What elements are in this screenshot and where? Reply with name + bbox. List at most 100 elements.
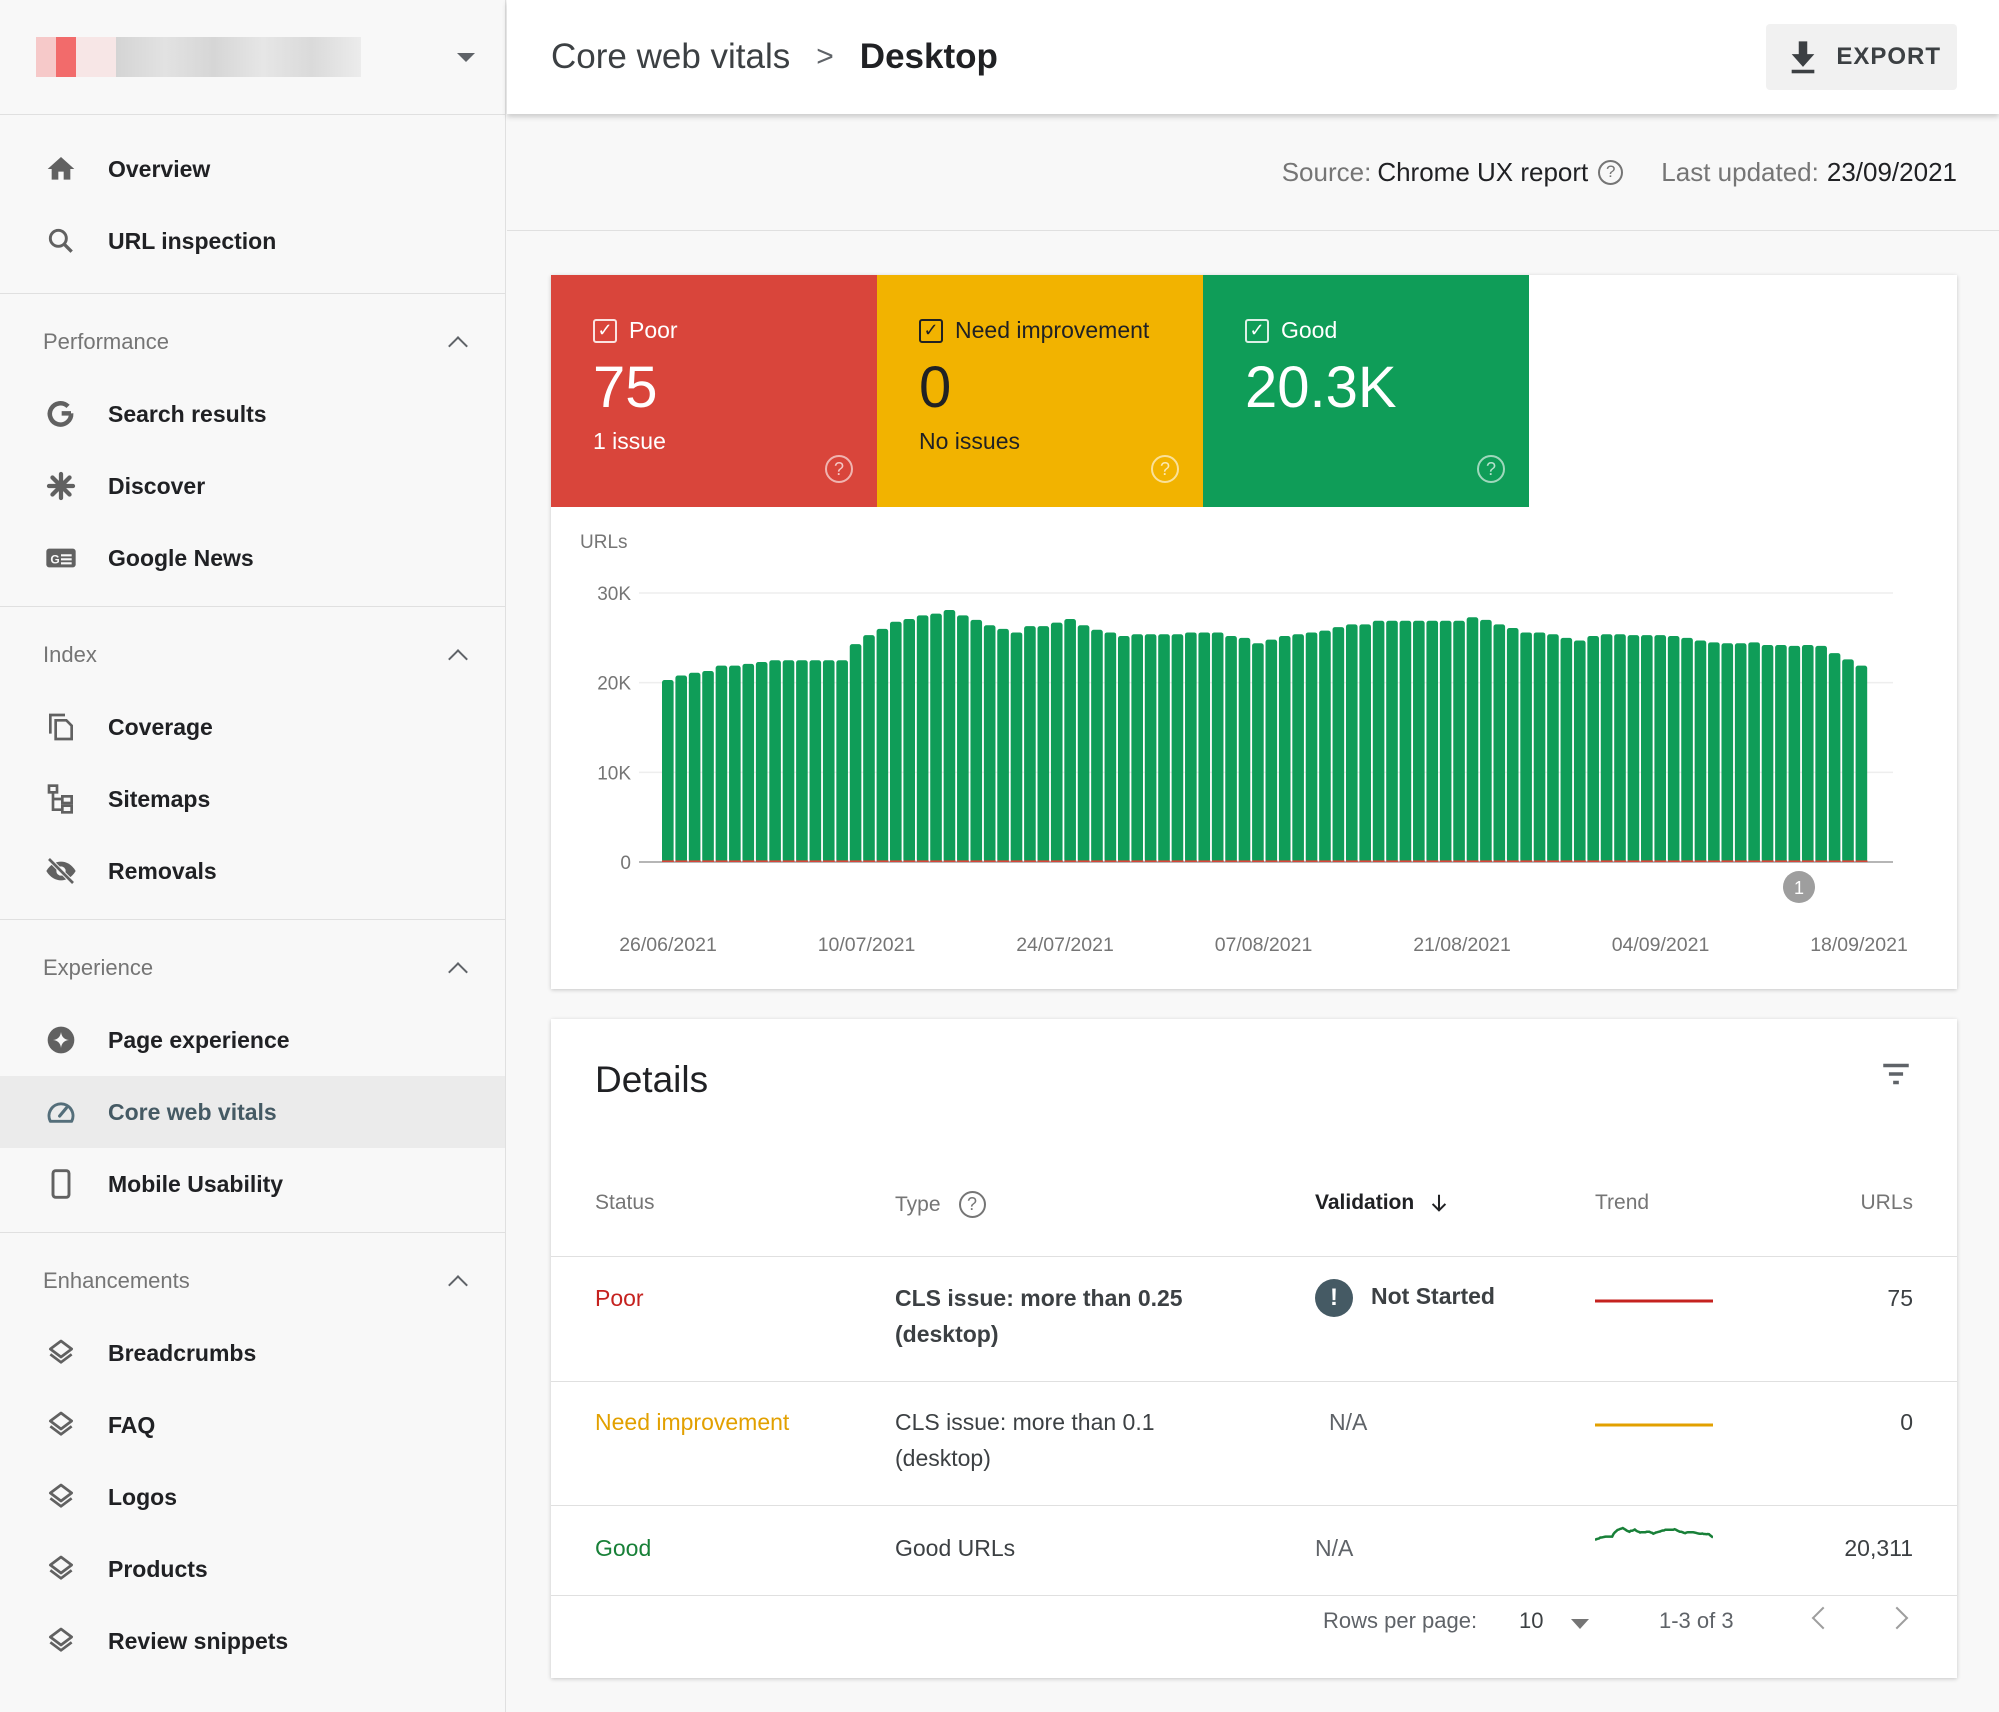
sidebar-item-overview[interactable]: Overview xyxy=(0,133,505,205)
sidebar-item-breadcrumbs[interactable]: Breadcrumbs xyxy=(0,1317,505,1389)
bar-poor xyxy=(1775,860,1788,862)
column-header-urls[interactable]: URLs xyxy=(1860,1191,1913,1215)
bar-poor xyxy=(1332,860,1345,862)
help-icon[interactable]: ? xyxy=(1477,455,1505,483)
sidebar-item-review-snippets[interactable]: Review snippets xyxy=(0,1605,505,1677)
chevron-up-icon[interactable] xyxy=(448,336,468,356)
group-title: Performance xyxy=(43,329,169,354)
star-circle-icon xyxy=(44,1023,78,1057)
bar-good xyxy=(769,660,781,862)
checkbox-checked-icon[interactable]: ✓ xyxy=(593,318,617,343)
bar-poor xyxy=(1144,860,1157,862)
group-header-enhancements[interactable]: Enhancements xyxy=(0,1245,505,1317)
tile-subtitle: No issues xyxy=(919,427,1020,454)
dropdown-caret-icon[interactable] xyxy=(457,52,475,62)
type-cell: CLS issue: more than 0.25 (desktop) xyxy=(895,1280,1183,1352)
group-title: Index xyxy=(43,642,97,667)
chevron-up-icon[interactable] xyxy=(448,962,468,982)
bar-good xyxy=(1761,645,1774,862)
source-info: Source: Chrome UX report ? Last updated:… xyxy=(507,114,1999,231)
help-icon[interactable]: ? xyxy=(1598,159,1624,185)
column-header-type[interactable]: Type? xyxy=(895,1191,986,1218)
layers-icon xyxy=(44,1624,78,1658)
chevron-up-icon[interactable] xyxy=(448,649,468,669)
bar-good xyxy=(1828,653,1841,862)
breadcrumb-parent[interactable]: Core web vitals xyxy=(551,37,790,77)
type-line: (desktop) xyxy=(895,1445,991,1471)
layers-icon xyxy=(44,1552,78,1586)
tile-good[interactable]: ✓ Good 20.3K ? xyxy=(1203,275,1529,507)
bar-poor xyxy=(1681,860,1694,862)
rows-per-page-select[interactable]: 10 xyxy=(1519,1608,1543,1634)
bar-good xyxy=(1788,645,1801,862)
y-tick-label: 0 xyxy=(620,853,631,874)
bar-poor xyxy=(1667,860,1680,862)
asterisk-icon xyxy=(44,469,78,503)
chevron-up-icon[interactable] xyxy=(448,1275,468,1295)
group-header-experience[interactable]: Experience xyxy=(0,932,505,1004)
bar-poor xyxy=(957,860,969,862)
eye-off-icon xyxy=(44,854,78,888)
annotation-label: 1 xyxy=(1794,878,1804,898)
column-header-status[interactable]: Status xyxy=(595,1191,655,1215)
group-header-performance[interactable]: Performance xyxy=(0,306,505,378)
y-tick-label: 30K xyxy=(597,584,631,605)
bar-good xyxy=(1238,637,1251,862)
sidebar-item-products[interactable]: Products xyxy=(0,1533,505,1605)
sidebar-item-sitemaps[interactable]: Sitemaps xyxy=(0,763,505,835)
property-selector[interactable] xyxy=(0,0,505,115)
column-label: Status xyxy=(595,1191,655,1214)
help-icon[interactable]: ? xyxy=(958,1191,986,1218)
file-copy-icon xyxy=(44,710,78,744)
help-icon[interactable]: ? xyxy=(1151,455,1179,483)
sidebar-item-label: Logos xyxy=(108,1483,177,1510)
next-page-icon[interactable] xyxy=(1885,1606,1909,1630)
dropdown-caret-icon[interactable] xyxy=(1571,1619,1589,1629)
sidebar-item-label: Google News xyxy=(108,544,254,571)
bar-poor xyxy=(769,860,782,862)
y-tick-label: 20K xyxy=(597,674,631,695)
bar-poor xyxy=(1131,860,1144,862)
bar-poor xyxy=(1413,860,1425,862)
sidebar-item-page-experience[interactable]: Page experience xyxy=(0,1004,505,1076)
table-row[interactable]: Need improvement CLS issue: more than 0.… xyxy=(551,1382,1957,1506)
bar-good xyxy=(889,621,902,862)
tile-poor[interactable]: ✓ Poor 75 1 issue ? xyxy=(551,275,877,507)
group-header-index[interactable]: Index xyxy=(0,619,505,691)
tile-need-improvement[interactable]: ✓ Need improvement 0 No issues ? xyxy=(877,275,1203,507)
bar-poor xyxy=(997,860,1010,862)
prev-page-icon[interactable] xyxy=(1811,1606,1835,1630)
status-cell: Poor xyxy=(595,1285,644,1311)
export-button[interactable]: EXPORT xyxy=(1766,24,1957,90)
sidebar-item-google-news[interactable]: G Google News xyxy=(0,522,505,594)
x-tick-label: 10/07/2021 xyxy=(818,934,916,956)
bar-good xyxy=(1748,642,1760,862)
sidebar-item-core-web-vitals[interactable]: Core web vitals xyxy=(0,1076,505,1148)
table-row[interactable]: Poor CLS issue: more than 0.25 (desktop)… xyxy=(551,1258,1957,1382)
bar-poor xyxy=(1091,860,1104,862)
bar-good xyxy=(715,665,728,862)
checkbox-checked-icon[interactable]: ✓ xyxy=(919,318,943,343)
bar-poor xyxy=(1211,860,1224,862)
sidebar-item-mobile-usability[interactable]: Mobile Usability xyxy=(0,1148,505,1220)
bar-poor xyxy=(889,860,902,862)
column-header-validation[interactable]: Validation xyxy=(1315,1191,1450,1215)
filter-icon[interactable] xyxy=(1879,1057,1913,1091)
sitemap-icon xyxy=(44,782,78,816)
bar-poor xyxy=(1265,860,1278,862)
sidebar-item-coverage[interactable]: Coverage xyxy=(0,691,505,763)
sidebar-item-logos[interactable]: Logos xyxy=(0,1461,505,1533)
bar-good xyxy=(1372,620,1385,862)
sidebar-item-url-inspection[interactable]: URL inspection xyxy=(0,205,505,277)
checkbox-checked-icon[interactable]: ✓ xyxy=(1245,318,1269,343)
help-icon[interactable]: ? xyxy=(825,455,853,483)
bar-poor xyxy=(1801,860,1814,862)
sidebar-item-search-results[interactable]: Search results xyxy=(0,378,505,450)
bar-poor xyxy=(1104,860,1117,862)
sidebar-item-removals[interactable]: Removals xyxy=(0,835,505,907)
bar-good xyxy=(1010,632,1023,862)
news-icon: G xyxy=(44,541,78,575)
bar-good xyxy=(1560,637,1573,862)
sidebar-item-faq[interactable]: FAQ xyxy=(0,1389,505,1461)
sidebar-item-discover[interactable]: Discover xyxy=(0,450,505,522)
